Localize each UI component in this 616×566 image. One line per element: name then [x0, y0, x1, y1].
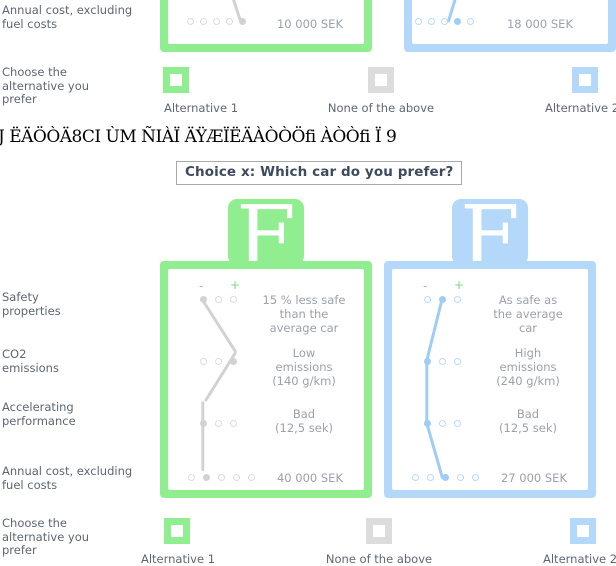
checkbox-alternative-2[interactable] [570, 518, 596, 544]
scale-dot-selected[interactable] [239, 18, 246, 25]
scale-dot[interactable] [188, 474, 195, 481]
top-checkbox-label-alternative-1: Alternative 1 [163, 101, 239, 115]
scale-dot[interactable] [454, 358, 461, 365]
alt2-cost-scale[interactable] [412, 474, 479, 486]
alt1-safety-scale[interactable] [200, 296, 240, 308]
attr-label-co2: CO2 emissions [2, 347, 59, 375]
scale-dot[interactable] [412, 474, 419, 481]
scale-dot[interactable] [233, 474, 240, 481]
top-alt1-cost-value: 10 000 SEK [276, 17, 343, 31]
choice-experiment-page: Annual cost, excluding fuel costs 10 000… [0, 0, 616, 566]
scale-minus-marker-alt1: - [199, 279, 204, 293]
car-icon: F [460, 199, 520, 265]
scale-dot[interactable] [230, 296, 237, 303]
top-checkbox-label-alternative-2: Alternative 2 [545, 101, 616, 115]
alt2-co2-value: High emissions (240 g/km) [496, 346, 560, 388]
top-checkbox-alternative-1[interactable] [163, 67, 189, 93]
scale-dot[interactable] [427, 474, 434, 481]
scale-dot[interactable] [230, 420, 237, 427]
alt2-accel-value: Bad (12,5 sek) [499, 407, 557, 435]
scale-dot-selected[interactable] [454, 18, 461, 25]
scale-dot-selected[interactable] [442, 474, 449, 481]
attr-label-cost: Annual cost, excluding fuel costs [2, 464, 133, 492]
scale-dot-selected[interactable] [424, 420, 431, 427]
page-title: Choice x: Which car do you prefer? [176, 161, 463, 185]
scale-dot[interactable] [215, 420, 222, 427]
scale-dot[interactable] [424, 296, 431, 303]
top-alt2-cost-scale[interactable] [415, 0, 475, 30]
checkbox-label-alternative-1: Alternative 1 [140, 552, 216, 566]
alternative-2-card-tab: F [452, 199, 528, 265]
alt2-accel-scale[interactable] [424, 420, 464, 432]
scale-plus-marker-alt1: + [230, 278, 241, 292]
scale-dot-selected[interactable] [203, 474, 210, 481]
scale-connector-segment [425, 362, 429, 423]
scale-dot[interactable] [415, 18, 422, 25]
attr-label-accel: Accelerating performance [2, 400, 76, 428]
scale-dot[interactable] [467, 18, 474, 25]
alt1-accel-value: Bad (12,5 sek) [275, 407, 333, 435]
checkbox-label-alternative-2: Alternative 2 [543, 552, 616, 566]
scale-dot[interactable] [215, 358, 222, 365]
alt1-safety-value: 15 % less safe than the average car [262, 293, 346, 335]
scale-dot-selected[interactable] [424, 358, 431, 365]
scale-dot[interactable] [187, 18, 194, 25]
alt1-co2-value: Low emissions (140 g/km) [272, 346, 336, 388]
alt2-co2-scale[interactable] [424, 358, 464, 370]
scale-dot[interactable] [472, 474, 479, 481]
attr-label-choose-top: Choose the alternative you prefer [2, 65, 90, 106]
garbled-text-line: J ËÄÖÒÄ8CI ÙM ÑIÀÏ ÄŸÆÏËÄÀÒÒÖfi ÀÒÒfi Ï … [0, 127, 397, 147]
scale-dot-selected[interactable] [439, 296, 446, 303]
scale-dot[interactable] [213, 18, 220, 25]
top-alt2-cost-value: 18 000 SEK [506, 17, 573, 31]
scale-dot[interactable] [215, 296, 222, 303]
checkbox-none[interactable] [366, 518, 392, 544]
scale-connector-segment [201, 401, 205, 472]
checkbox-alternative-1[interactable] [164, 518, 190, 544]
top-alt1-cost-scale[interactable] [187, 0, 247, 30]
scale-minus-marker-alt2: - [423, 279, 428, 293]
alt2-safety-scale[interactable] [424, 296, 464, 308]
alt1-cost-scale[interactable] [188, 474, 255, 486]
scale-dot[interactable] [441, 18, 448, 25]
scale-dot[interactable] [226, 18, 233, 25]
scale-dot[interactable] [454, 296, 461, 303]
scale-dot-selected[interactable] [200, 420, 207, 427]
alt2-safety-value: As safe as the average car [493, 293, 563, 335]
scale-dot[interactable] [200, 18, 207, 25]
scale-dot-selected[interactable] [230, 358, 237, 365]
checkbox-label-none: None of the above [325, 552, 433, 566]
scale-dot[interactable] [200, 358, 207, 365]
scale-dot[interactable] [454, 420, 461, 427]
car-icon: F [236, 199, 296, 265]
alt2-cost-value: 27 000 SEK [500, 471, 567, 485]
alt1-cost-value: 40 000 SEK [276, 471, 343, 485]
scale-dot[interactable] [457, 474, 464, 481]
scale-dot[interactable] [248, 474, 255, 481]
scale-dot-selected[interactable] [200, 296, 207, 303]
top-checkbox-none[interactable] [368, 67, 394, 93]
top-checkbox-alternative-2[interactable] [572, 67, 598, 93]
scale-dot[interactable] [439, 358, 446, 365]
alt1-co2-scale[interactable] [200, 358, 240, 370]
top-checkbox-label-none: None of the above [327, 101, 435, 115]
scale-dot[interactable] [218, 474, 225, 481]
scale-dot[interactable] [428, 18, 435, 25]
attr-label-cost-top: Annual cost, excluding fuel costs [2, 3, 133, 31]
alternative-1-card-tab: F [228, 199, 304, 265]
alt1-accel-scale[interactable] [200, 420, 240, 432]
scale-dot[interactable] [439, 420, 446, 427]
attr-label-safety: Safety properties [2, 290, 61, 318]
scale-plus-marker-alt2: + [454, 278, 465, 292]
